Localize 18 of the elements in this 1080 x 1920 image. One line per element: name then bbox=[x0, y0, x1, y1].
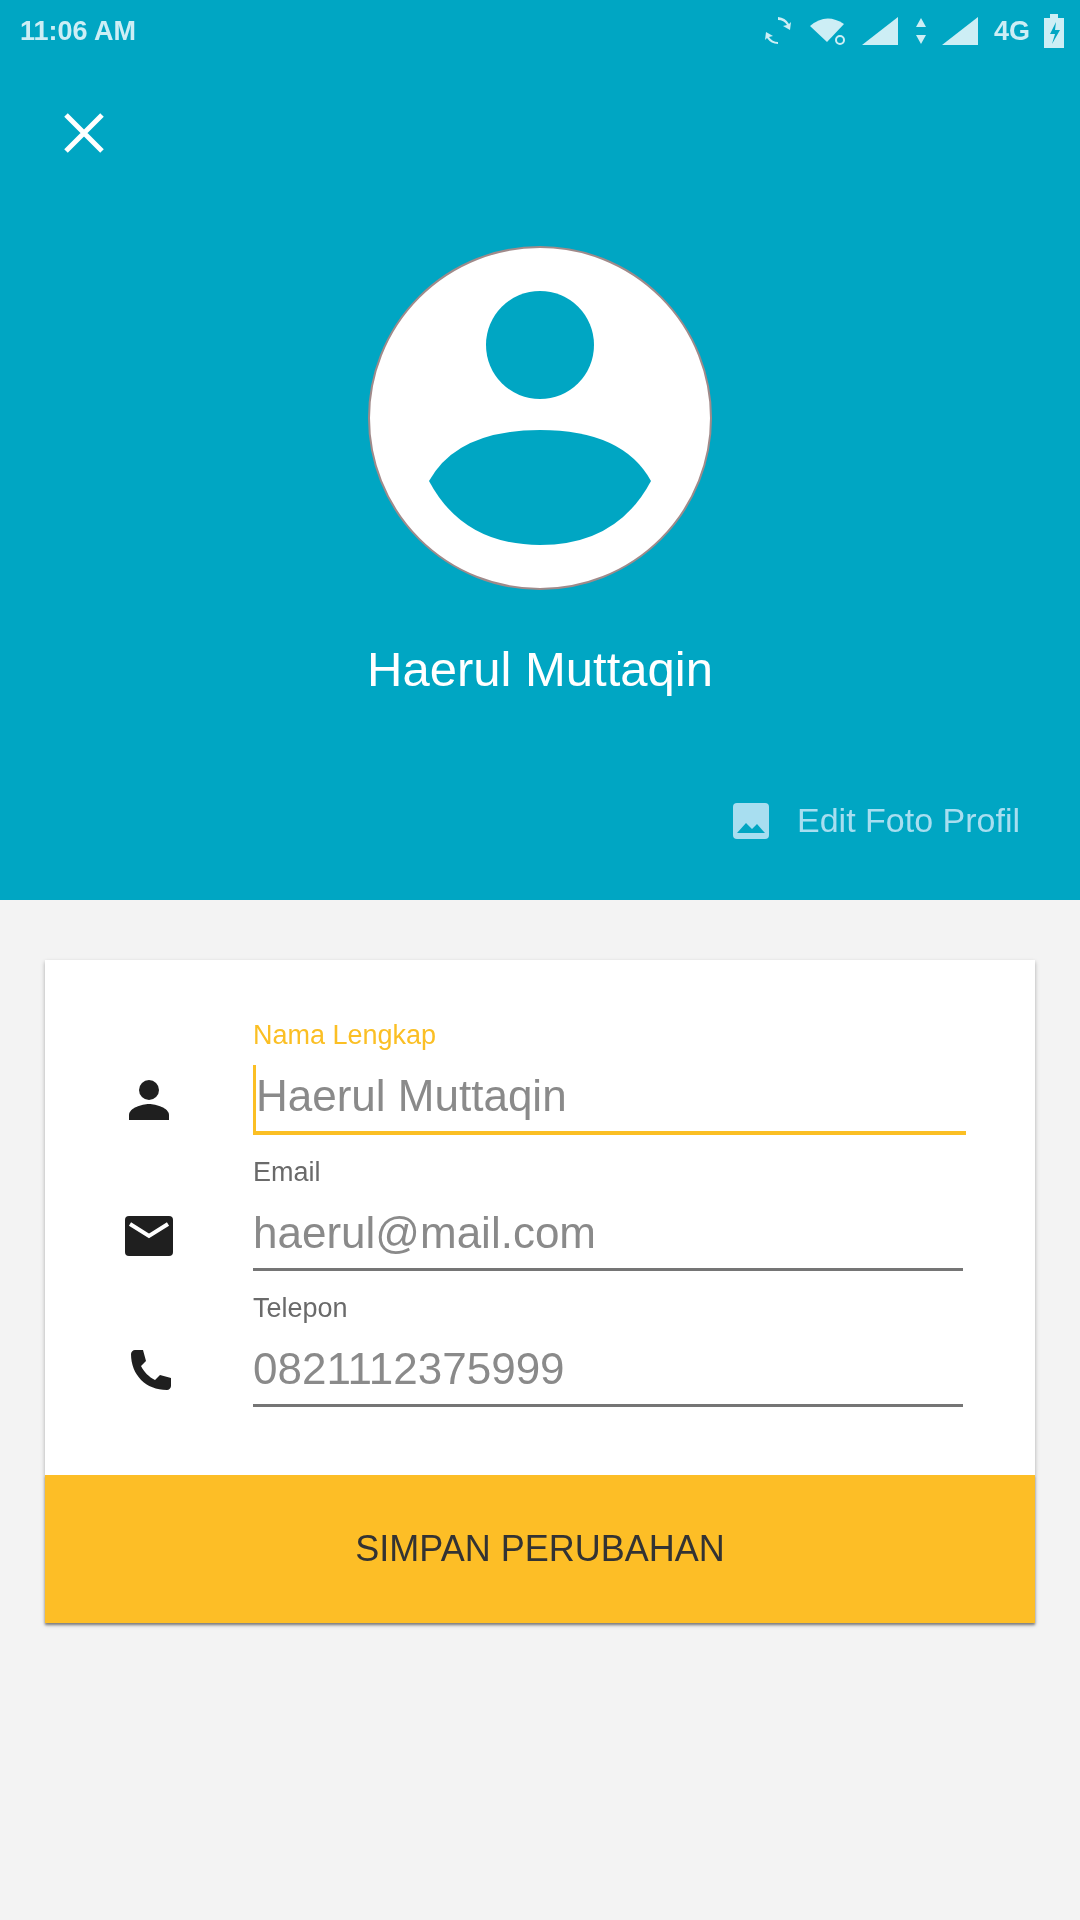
signal-icon bbox=[861, 17, 900, 45]
profile-name: Haerul Muttaqin bbox=[367, 641, 713, 697]
battery-icon bbox=[1044, 14, 1064, 48]
image-icon bbox=[733, 802, 769, 839]
status-time: 11:06 AM bbox=[20, 15, 137, 47]
avatar-icon[interactable] bbox=[367, 245, 713, 591]
close-icon[interactable] bbox=[62, 111, 106, 155]
network-type: 4G bbox=[993, 15, 1030, 47]
signal-icon bbox=[941, 17, 980, 45]
input-field[interactable]: Haerul Muttaqin bbox=[253, 1065, 966, 1135]
save-button[interactable]: SIMPAN PERUBAHAN bbox=[45, 1475, 1035, 1623]
input-field[interactable]: haerul@mail.com bbox=[253, 1202, 963, 1271]
field-label: Email bbox=[253, 1157, 322, 1188]
data-arrows-icon bbox=[913, 16, 928, 46]
field-label: Nama Lengkap bbox=[253, 1020, 438, 1051]
edit-photo-link[interactable]: Edit Foto Profil bbox=[733, 801, 1020, 840]
input-field[interactable]: 0821112375999 bbox=[253, 1338, 963, 1407]
field-label: Telepon bbox=[253, 1293, 349, 1324]
